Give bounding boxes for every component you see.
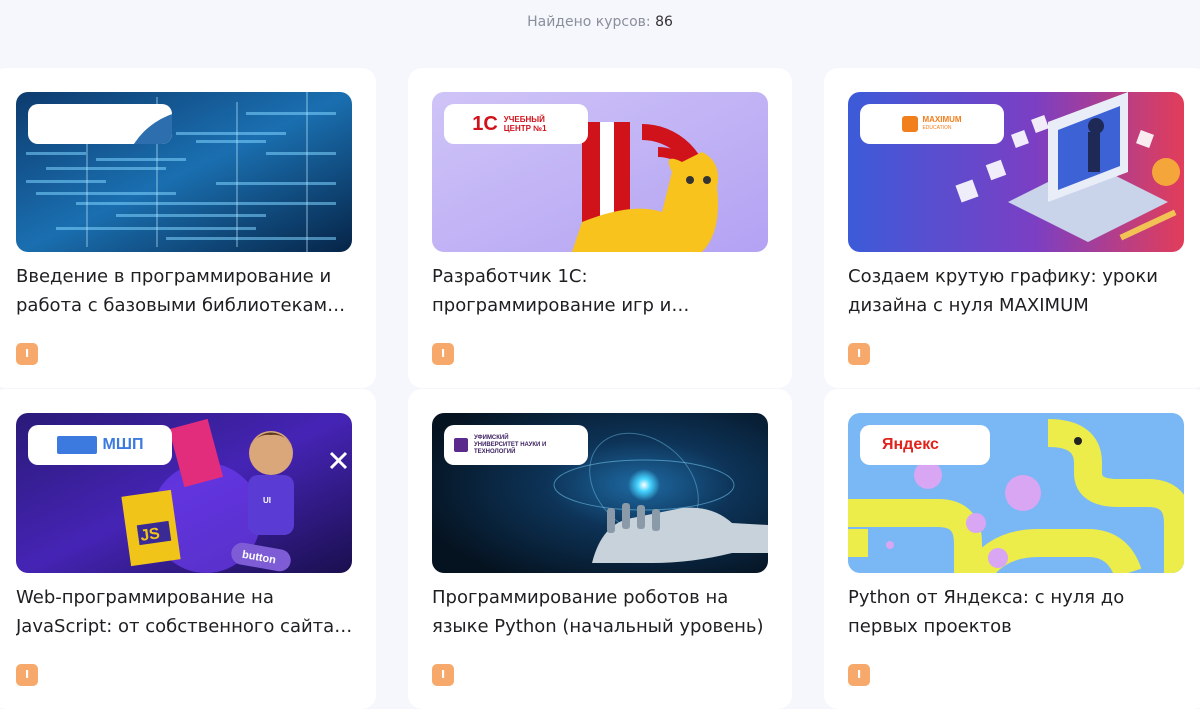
maximum-logo-text: MAXIMUM [922,115,962,124]
maximum-logo-sub: EDUCATION [922,125,952,131]
level-badge: I [432,343,454,365]
course-title[interactable]: Разработчик 1С: программирование игр и п… [432,262,772,320]
university-logo-text: УФИМСКИЙ УНИВЕРСИТЕТ НАУКИ И ТЕХНОЛОГИЙ [474,434,547,455]
level-badge: I [848,664,870,686]
course-card[interactable]: 1С УЧЕБНЫЙ ЦЕНТР №1 Разработчик 1С: прог… [408,68,792,388]
course-banner-image: MAXIMUM EDUCATION [848,92,1184,252]
partner-logo [28,104,172,144]
course-title[interactable]: Введение в программирование и работа с б… [16,262,356,320]
course-banner-image [16,92,352,252]
partner-logo: MAXIMUM EDUCATION [860,104,1004,144]
partner-logo: Яндекс [860,425,990,465]
1c-logo-text: УЧЕБНЫЙ ЦЕНТР №1 [503,115,547,133]
level-badge: I [848,343,870,365]
1c-logo-mark: 1С [472,112,498,135]
mshp-logo-icon [56,436,97,454]
mshp-logo-text: МШП [102,436,144,453]
found-label: Найдено курсов: [527,14,651,30]
course-title[interactable]: Создаем крутую графику: уроки дизайна с … [848,262,1188,320]
ui-banner-label: UI [263,496,271,505]
courses-found-count: Найдено курсов: 86 [0,14,1200,30]
js-banner-label: JS [139,525,161,545]
maximum-logo-icon [902,116,919,132]
course-card[interactable]: Яндекс Python от Яндекса: с нуля до перв… [824,389,1200,709]
course-banner-image: Яндекс [848,413,1184,573]
course-banner-image: JS button UI МШП [16,413,352,573]
university-logo-icon [454,438,468,452]
partner-logo: УФИМСКИЙ УНИВЕРСИТЕТ НАУКИ И ТЕХНОЛОГИЙ [444,425,588,465]
course-banner-image: УФИМСКИЙ УНИВЕРСИТЕТ НАУКИ И ТЕХНОЛОГИЙ [432,413,768,573]
partner-logo: 1С УЧЕБНЫЙ ЦЕНТР №1 [444,104,588,144]
level-badge: I [16,343,38,365]
yandex-logo: Яндекс [882,436,939,453]
course-banner-image: 1С УЧЕБНЫЙ ЦЕНТР №1 [432,92,768,252]
course-card[interactable]: JS button UI МШП Web-программирование на… [0,389,376,709]
course-title[interactable]: Web-программирование на JavaScript: от с… [16,583,356,641]
emblem-icon [133,114,172,144]
found-count: 86 [655,14,673,30]
course-card[interactable]: Введение в программирование и работа с б… [0,68,376,388]
partner-logo: МШП [28,425,172,465]
course-card[interactable]: MAXIMUM EDUCATION Создаем крутую графику… [824,68,1200,388]
course-card[interactable]: УФИМСКИЙ УНИВЕРСИТЕТ НАУКИ И ТЕХНОЛОГИЙ … [408,389,792,709]
course-title[interactable]: Программирование роботов на языке Python… [432,583,772,641]
level-badge: I [16,664,38,686]
course-title[interactable]: Python от Яндекса: с нуля до первых прое… [848,583,1188,641]
level-badge: I [432,664,454,686]
